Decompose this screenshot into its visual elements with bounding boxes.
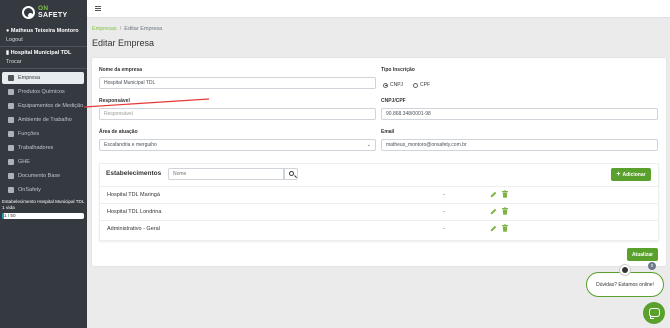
estabelecimento-name: Hospital TDL Londrina — [107, 209, 162, 215]
sidebar-item-trabalhadores[interactable]: Trabalhadores — [2, 142, 84, 154]
trash-icon[interactable] — [502, 207, 508, 215]
area-select-value: Escafandria e merguiho — [104, 142, 157, 148]
estabelecimento-name: Administrativo - Geral — [107, 226, 160, 232]
wrench-icon — [8, 103, 14, 109]
breadcrumb-current: Editar Empresa — [124, 26, 163, 32]
sidebar-item-documento-base[interactable]: Documento Base — [2, 170, 84, 182]
email-label: Email — [381, 129, 395, 135]
chevron-down-icon: ⌄ — [366, 142, 371, 148]
logo-line1: ON — [38, 5, 49, 12]
estabelecimentos-title: Estabelecimentos — [106, 170, 162, 177]
menu-icon[interactable] — [95, 6, 101, 11]
table-row: Administrativo - Geral - — [100, 220, 658, 237]
page-title: Editar Empresa — [92, 38, 155, 48]
group-icon — [8, 159, 14, 165]
radio-icon — [413, 82, 418, 88]
breadcrumb-empresas[interactable]: Empresas — [92, 26, 117, 32]
sidebar-divider — [0, 46, 87, 47]
cnpj-label: CNPJ/CPF — [381, 98, 406, 104]
current-hospital: ▮ Hospital Municipal TDL — [6, 50, 72, 56]
estabelecimento-value: - — [443, 209, 445, 215]
sidebar-item-onsafety[interactable]: OnSafety — [2, 184, 84, 196]
breadcrumb-separator: / — [119, 26, 122, 32]
onsafety-logo[interactable]: ON SAFETY — [22, 5, 72, 21]
trocar-link[interactable]: Trocar — [6, 59, 22, 65]
cnpj-input[interactable] — [381, 108, 658, 120]
sidebar-item-ghe[interactable]: GHE — [2, 156, 84, 168]
gear-icon — [8, 187, 14, 193]
email-input[interactable] — [381, 139, 658, 151]
document-icon — [8, 173, 14, 179]
chat-bubble-icon[interactable] — [643, 302, 665, 324]
sidebar-item-equipamentos[interactable]: Equipamentos de Medição — [2, 100, 84, 112]
nome-input[interactable] — [99, 77, 376, 89]
area-label: Área de atuação — [99, 129, 138, 135]
sidebar-item-funcoes[interactable]: Funções — [2, 128, 84, 140]
estabelecimentos-search-input[interactable] — [168, 168, 284, 180]
trash-icon[interactable] — [502, 190, 508, 198]
plus-icon: + — [616, 171, 621, 178]
sidebar-divider — [0, 68, 87, 69]
radio-cpf[interactable]: CPF — [413, 82, 430, 88]
estabelecimento-name: Hospital TDL Maringá — [107, 192, 160, 198]
area-select[interactable]: Escafandria e merguiho ⌄ — [99, 139, 376, 151]
logout-link[interactable]: Logout — [6, 37, 23, 43]
edit-pencil-icon[interactable] — [490, 225, 497, 232]
sidebar-item-produtos-quimicos[interactable]: Produtos Químicos — [2, 86, 84, 98]
logo-line2: SAFETY — [38, 12, 68, 19]
logo-ring-icon — [22, 6, 35, 19]
table-row: Hospital TDL Maringá - — [100, 186, 658, 203]
sidebar-item-ambiente[interactable]: Ambiente de Trabalho — [2, 114, 84, 126]
layers-icon — [8, 117, 14, 123]
tipo-label: Tipo Inscrição — [381, 67, 415, 73]
user-group-icon — [8, 145, 14, 151]
vida-progress: 1 / 50 — [2, 213, 84, 219]
atualizar-button[interactable]: Atualizar — [627, 248, 658, 261]
search-button[interactable] — [284, 168, 298, 180]
user-name[interactable]: ● Matheus Teixeira Montoro — [6, 28, 79, 34]
sidebar-item-empresa[interactable]: Empresa — [2, 72, 84, 84]
close-icon[interactable]: x — [648, 262, 656, 270]
edit-pencil-icon[interactable] — [490, 208, 497, 215]
edit-pencil-icon[interactable] — [490, 191, 497, 198]
users-icon — [8, 131, 14, 137]
help-avatar — [619, 264, 631, 276]
topbar — [87, 0, 670, 18]
breadcrumb: Empresas / Editar Empresa — [92, 26, 162, 32]
radio-icon-checked — [383, 82, 388, 88]
estab-info: Estabelecimento Hospital Municipal TDL — [2, 199, 85, 204]
trash-icon[interactable] — [502, 224, 508, 232]
responsavel-input[interactable] — [99, 108, 376, 120]
search-icon — [289, 171, 294, 176]
flask-icon — [8, 89, 14, 95]
nome-label: Nome da empresa — [99, 67, 143, 73]
vida-counter: 1 / 50 — [4, 213, 16, 218]
responsavel-label: Responsável — [99, 98, 130, 104]
building-icon — [8, 75, 14, 81]
estabelecimento-value: - — [443, 226, 445, 232]
add-estabelecimento-button[interactable]: + Adicionar — [611, 168, 651, 181]
estabelecimento-value: - — [443, 192, 445, 198]
sidebar: ON SAFETY ● Matheus Teixeira Montoro Log… — [0, 0, 87, 328]
vida-info: 1 vida — [2, 206, 15, 211]
radio-cnpj[interactable]: CNPJ — [383, 82, 403, 88]
table-row: Hospital TDL Londrina - — [100, 203, 658, 220]
